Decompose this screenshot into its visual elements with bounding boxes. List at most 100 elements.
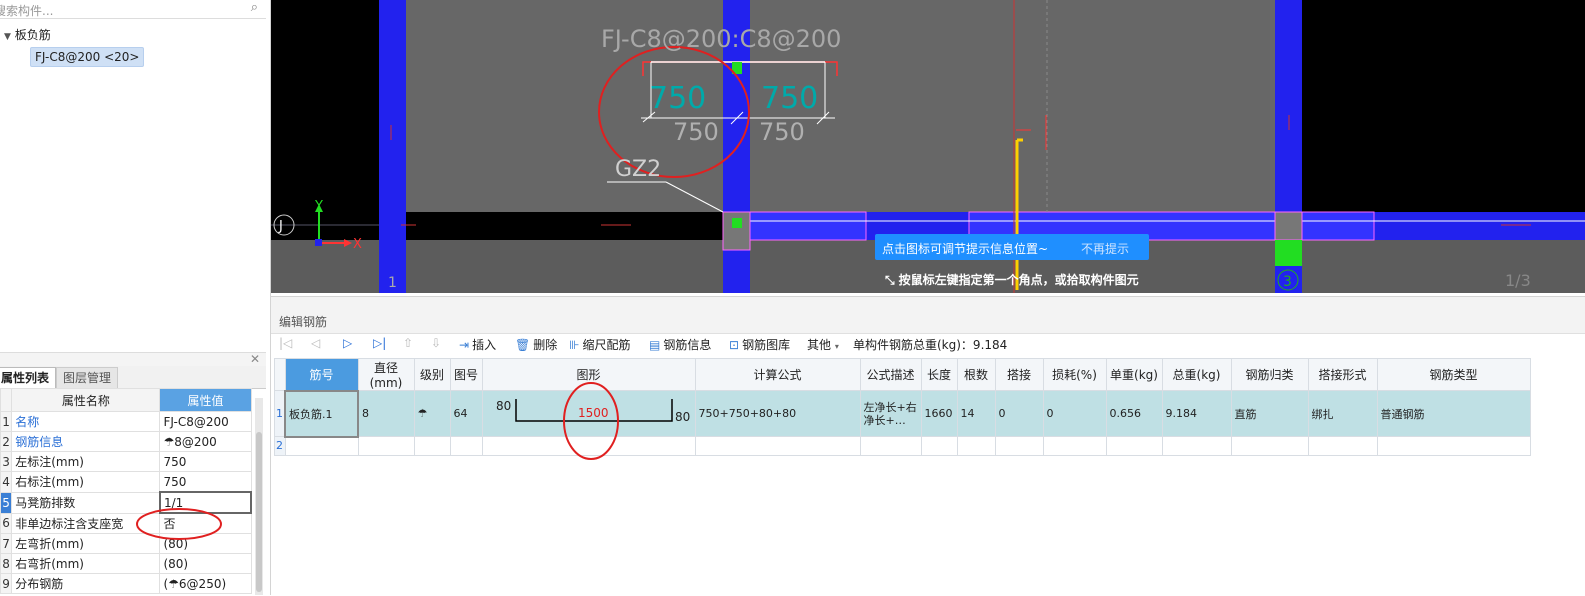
tip-popup[interactable]: 点击图标可调节提示信息位置~ 不再提示 — [875, 234, 1149, 260]
prev-record-icon[interactable]: ◁ — [311, 336, 320, 350]
editor-toolbar: |◁ ◁ ▷ ▷| ⇧ ⇩ ⇥ 插入 🗑 删除 ⊪ 缩尺配筋 ▤ 钢筋信息 ⊡ 钢筋图库 … — [271, 333, 1585, 357]
col-header[interactable]: 级别 — [413, 358, 451, 391]
cell-rebar-type[interactable]: 普通钢筋 — [1376, 390, 1531, 437]
cell-length[interactable]: 1660 — [920, 390, 958, 437]
search-box[interactable]: 搜索构件... ⌕ — [0, 0, 266, 19]
col-header[interactable]: 长度 — [920, 358, 958, 391]
search-input[interactable]: 搜索构件... — [0, 2, 53, 19]
grid-label-3: 3 — [1283, 274, 1292, 290]
last-record-icon[interactable]: ▷| — [373, 336, 386, 350]
property-value[interactable]: (☂6@250) — [159, 573, 252, 594]
row-number: 4 — [0, 471, 13, 493]
tree-node-rebar[interactable]: ▼ 板负筋 — [4, 26, 51, 43]
cell-lap[interactable]: 0 — [994, 390, 1044, 437]
rebar-library-label: 钢筋图库 — [742, 338, 791, 352]
col-header[interactable]: 搭接 — [994, 358, 1044, 391]
tree-item-component[interactable]: FJ-C8@200 <20> — [30, 47, 145, 67]
property-name: 右标注(mm) — [11, 471, 161, 493]
col-header[interactable]: 根数 — [956, 358, 996, 391]
property-row[interactable]: 4 右标注(mm) 750 — [0, 471, 252, 493]
tab-layer-management[interactable]: 图层管理 — [56, 367, 119, 389]
grid-label-1: 1 — [388, 275, 397, 291]
cell-category[interactable]: 直筋 — [1230, 390, 1309, 437]
property-value[interactable]: FJ-C8@200 — [159, 411, 252, 432]
col-property-name: 属性名称 — [11, 388, 161, 412]
col-property-value: 属性值 — [159, 388, 252, 412]
close-icon[interactable]: ✕ — [250, 352, 260, 366]
row-number: 1 — [274, 390, 286, 437]
editor-title-bar: 编辑钢筋 — [271, 297, 1585, 334]
property-value[interactable]: (80) — [159, 553, 252, 574]
move-down-icon[interactable]: ⇩ — [431, 336, 441, 350]
row-num-header — [0, 388, 13, 412]
col-header[interactable]: 筋号 — [284, 358, 359, 391]
col-header[interactable]: 钢筋类型 — [1376, 358, 1531, 391]
col-header[interactable]: 单重(kg) — [1105, 358, 1163, 391]
rebar-label: FJ-C8@200:C8@200 — [601, 25, 841, 53]
col-header[interactable]: 总重(kg) — [1161, 358, 1232, 391]
delete-button[interactable]: 🗑 删除 — [515, 336, 557, 353]
col-header[interactable]: 损耗(%) — [1042, 358, 1107, 391]
left-panel: 搜索构件... ⌕ ▼ 板负筋 FJ-C8@200 <20> ✕ 属性列表 图层… — [0, 0, 271, 595]
cell-figure-no[interactable]: 64 — [449, 390, 483, 437]
search-icon[interactable]: ⌕ — [251, 0, 258, 15]
dim-right-cyan: 750 — [761, 81, 818, 116]
rebar-editor: 编辑钢筋 |◁ ◁ ▷ ▷| ⇧ ⇩ ⇥ 插入 🗑 删除 ⊪ 缩尺配筋 ▤ 钢筋信息 ⊡… — [271, 296, 1585, 596]
scrollbar-thumb[interactable] — [256, 432, 262, 592]
col-header[interactable]: 图号 — [449, 358, 483, 391]
col-header[interactable]: 搭接形式 — [1307, 358, 1378, 391]
scale-rebar-button[interactable]: ⊪ 缩尺配筋 — [569, 336, 630, 353]
cell-diameter[interactable]: 8 — [357, 390, 415, 437]
shrink-icon[interactable]: ⤡ — [885, 273, 895, 287]
table-row-empty[interactable]: 2 — [274, 436, 1531, 456]
property-value[interactable]: 750 — [159, 471, 252, 493]
table-row[interactable]: 1 板负筋.1 8 ☂ 64 80 1500 80 750+750+80+80 … — [274, 389, 1531, 438]
first-record-icon[interactable]: |◁ — [279, 336, 292, 350]
next-record-icon[interactable]: ▷ — [343, 336, 352, 350]
shape-left-hook: 80 — [496, 399, 511, 413]
rebar-info-label: 钢筋信息 — [663, 338, 712, 352]
cell-grade[interactable]: ☂ — [413, 390, 451, 437]
move-up-icon[interactable]: ⇧ — [403, 336, 413, 350]
cell-formula[interactable]: 750+750+80+80 — [694, 390, 861, 437]
cell-formula-desc[interactable]: 左净长+右净长+… — [859, 390, 922, 437]
property-scrollbar[interactable] — [255, 398, 263, 595]
insert-icon: ⇥ — [459, 338, 470, 352]
row-number: 8 — [0, 553, 13, 574]
property-row[interactable]: 3 左标注(mm) 750 — [0, 451, 252, 472]
col-header[interactable]: 公式描述 — [859, 358, 922, 391]
tree-node-label: 板负筋 — [14, 28, 51, 42]
panel-splitter[interactable]: ✕ — [0, 352, 266, 367]
annotation-ellipse-shape — [563, 382, 619, 460]
property-row[interactable]: 2 钢筋信息 ☂8@200 — [0, 431, 252, 452]
property-row[interactable]: 8 右弯折(mm) (80) — [0, 553, 252, 574]
row-number: 3 — [0, 451, 13, 472]
insert-button[interactable]: ⇥ 插入 — [459, 336, 496, 353]
tab-property-list[interactable]: 属性列表 — [0, 367, 57, 388]
shape-right-hook: 80 — [675, 410, 690, 424]
cell-rebar-no[interactable]: 板负筋.1 — [284, 389, 359, 438]
property-name: 钢筋信息 — [11, 431, 161, 452]
col-header[interactable]: 计算公式 — [694, 358, 861, 391]
col-header[interactable]: 直径(mm) — [357, 358, 415, 391]
cell-loss[interactable]: 0 — [1042, 390, 1107, 437]
col-header[interactable]: 钢筋归类 — [1230, 358, 1309, 391]
property-value[interactable]: ☂8@200 — [159, 431, 252, 452]
property-row[interactable]: 1 名称 FJ-C8@200 — [0, 411, 252, 432]
cell-unit-weight[interactable]: 0.656 — [1105, 390, 1163, 437]
cell-lap-type[interactable]: 绑扎 — [1307, 390, 1378, 437]
collapse-icon[interactable]: ▼ — [4, 32, 11, 42]
row-number: 1 — [0, 411, 13, 432]
cell-count[interactable]: 14 — [956, 390, 996, 437]
property-value[interactable]: 750 — [159, 451, 252, 472]
rebar-library-button[interactable]: ⊡ 钢筋图库 — [729, 336, 790, 353]
cell-total-weight[interactable]: 9.184 — [1161, 390, 1232, 437]
property-row[interactable]: 9 分布钢筋 (☂6@250) — [0, 573, 252, 594]
other-dropdown[interactable]: 其他 ▾ — [807, 336, 839, 353]
rebar-table: 筋号 直径(mm) 级别 图号 图形 计算公式 公式描述 长度 根数 搭接 损耗… — [274, 358, 1531, 456]
total-weight: 单构件钢筋总重(kg)：9.184 — [853, 338, 1008, 352]
rebar-info-button[interactable]: ▤ 钢筋信息 — [649, 336, 711, 353]
row-number: 7 — [0, 533, 13, 554]
dim-left-white: 750 — [673, 118, 719, 146]
dismiss-tip-button[interactable]: 不再提示 — [1081, 240, 1129, 257]
